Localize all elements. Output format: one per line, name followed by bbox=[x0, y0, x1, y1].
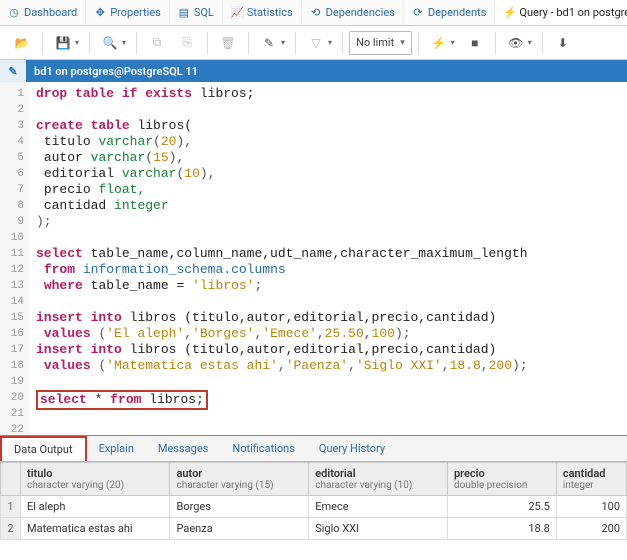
copy-button[interactable]: ⧉ bbox=[143, 30, 171, 56]
tab-dashboard-label: Dashboard bbox=[24, 6, 77, 19]
chevron-down-icon: ▾ bbox=[400, 38, 405, 48]
rtab-query-history[interactable]: Query History bbox=[307, 436, 397, 461]
bolt-icon: ⚡ bbox=[503, 6, 515, 19]
tab-statistics-label: Statistics bbox=[247, 6, 293, 19]
tab-statistics[interactable]: 📈 Statistics bbox=[223, 0, 302, 25]
limit-label: No limit bbox=[356, 36, 394, 49]
stop-icon: ■ bbox=[471, 36, 478, 50]
result-tabs: Data Output Explain Messages Notificatio… bbox=[0, 436, 627, 462]
filter-dropdown[interactable]: ▾ bbox=[328, 38, 336, 47]
sql-editor[interactable]: 12345678910111213141516171819202122 drop… bbox=[0, 82, 627, 436]
col-cantidad[interactable]: cantidadinteger bbox=[556, 463, 626, 496]
highlighted-query: select * from libros; bbox=[36, 390, 208, 410]
edit-button[interactable]: ✎ bbox=[255, 30, 283, 56]
paste-icon: ⎘ bbox=[182, 35, 192, 50]
separator bbox=[42, 32, 43, 54]
grid-corner bbox=[1, 463, 21, 496]
execute-button[interactable]: ⚡ bbox=[425, 30, 453, 56]
col-precio[interactable]: preciodouble precision bbox=[447, 463, 556, 496]
explain-icon: 👁 bbox=[508, 36, 523, 50]
folder-open-icon: 📂 bbox=[15, 36, 30, 50]
stop-button[interactable]: ■ bbox=[461, 30, 489, 56]
filter-button[interactable]: ▽ bbox=[302, 30, 330, 56]
tab-properties[interactable]: ✥ Properties bbox=[86, 0, 170, 25]
connection-bar: ✎ bd1 on postgres@PostgreSQL 11 bbox=[0, 60, 627, 82]
open-file-button[interactable]: 📂 bbox=[8, 30, 36, 56]
separator bbox=[495, 32, 496, 54]
col-autor[interactable]: autorcharacter varying (15) bbox=[170, 463, 309, 496]
tab-properties-label: Properties bbox=[110, 6, 161, 19]
tab-dependents[interactable]: ⟳ Dependents bbox=[404, 0, 496, 25]
table-row[interactable]: 2 Matematica estas ahi Paenza Siglo XXI … bbox=[1, 518, 627, 540]
separator bbox=[295, 32, 296, 54]
tab-sql-label: SQL bbox=[194, 6, 214, 19]
query-toolbar: 📂 💾 ▾ 🔍 ▾ ⧉ ⎘ 🗑 ✎ ▾ ▽ ▾ No limit▾ ⚡ ▾ ■ … bbox=[0, 26, 627, 60]
rtab-notifications[interactable]: Notifications bbox=[220, 436, 307, 461]
save-button[interactable]: 💾 bbox=[49, 30, 77, 56]
separator bbox=[136, 32, 137, 54]
tab-dashboard[interactable]: ◷ Dashboard bbox=[0, 0, 86, 25]
edit-icon: ✎ bbox=[264, 36, 274, 50]
connection-label: bd1 on postgres@PostgreSQL 11 bbox=[30, 65, 202, 78]
tab-sql[interactable]: ▤ SQL bbox=[170, 0, 223, 25]
rtab-messages[interactable]: Messages bbox=[146, 436, 220, 461]
search-icon: 🔍 bbox=[103, 36, 118, 50]
tab-query[interactable]: ⚡ Query - bd1 on postgres@Postg bbox=[495, 0, 627, 25]
line-gutter: 12345678910111213141516171819202122 bbox=[0, 82, 30, 435]
limit-select[interactable]: No limit ▾ bbox=[349, 31, 412, 55]
chart-icon: 📈 bbox=[231, 6, 243, 19]
separator bbox=[542, 32, 543, 54]
table-row[interactable]: 1 El aleph Borges Emece 25.5 100 bbox=[1, 496, 627, 518]
separator bbox=[207, 32, 208, 54]
result-grid: titulocharacter varying (20) autorcharac… bbox=[0, 462, 627, 540]
separator bbox=[89, 32, 90, 54]
filter-icon: ▽ bbox=[311, 36, 320, 50]
download-button[interactable]: ⬇ bbox=[549, 30, 577, 56]
tab-dependencies-label: Dependencies bbox=[326, 6, 395, 19]
separator bbox=[342, 32, 343, 54]
separator bbox=[418, 32, 419, 54]
tab-query-label: Query - bd1 on postgres@Postg bbox=[519, 6, 627, 19]
gauge-icon: ◷ bbox=[8, 6, 20, 19]
explain-dropdown[interactable]: ▾ bbox=[528, 38, 536, 47]
rtab-explain[interactable]: Explain bbox=[87, 436, 146, 461]
tab-dependents-label: Dependents bbox=[428, 6, 487, 19]
save-icon: 💾 bbox=[56, 36, 71, 50]
deps-in-icon: ⟲ bbox=[310, 6, 322, 19]
edit-dropdown[interactable]: ▾ bbox=[281, 38, 289, 47]
code-area[interactable]: drop table if exists libros; create tabl… bbox=[30, 82, 627, 435]
main-tabs: ◷Dashboard ✥Properties ▤SQL 📈Statistics … bbox=[0, 0, 627, 26]
trash-icon: 🗑 bbox=[220, 36, 235, 50]
deps-out-icon: ⟳ bbox=[412, 6, 424, 19]
rtab-data-output[interactable]: Data Output bbox=[0, 436, 87, 461]
grid-header-row: titulocharacter varying (20) autorcharac… bbox=[1, 463, 627, 496]
copy-icon: ⧉ bbox=[153, 35, 162, 50]
bolt-icon: ⚡ bbox=[431, 36, 446, 50]
find-button[interactable]: 🔍 bbox=[96, 30, 124, 56]
delete-button[interactable]: 🗑 bbox=[214, 30, 242, 56]
tab-dependencies[interactable]: ⟲ Dependencies bbox=[302, 0, 404, 25]
explain-button[interactable]: 👁 bbox=[502, 30, 530, 56]
separator bbox=[248, 32, 249, 54]
sql-icon: ▤ bbox=[178, 6, 190, 19]
download-icon: ⬇ bbox=[558, 36, 568, 50]
col-editorial[interactable]: editorialcharacter varying (10) bbox=[309, 463, 448, 496]
find-dropdown[interactable]: ▾ bbox=[122, 38, 130, 47]
paste-button[interactable]: ⎘ bbox=[173, 30, 201, 56]
sliders-icon: ✥ bbox=[94, 6, 106, 19]
save-dropdown[interactable]: ▾ bbox=[75, 38, 83, 47]
execute-dropdown[interactable]: ▾ bbox=[451, 38, 459, 47]
col-titulo[interactable]: titulocharacter varying (20) bbox=[21, 463, 170, 496]
scratchpad-icon[interactable]: ✎ bbox=[0, 60, 26, 82]
